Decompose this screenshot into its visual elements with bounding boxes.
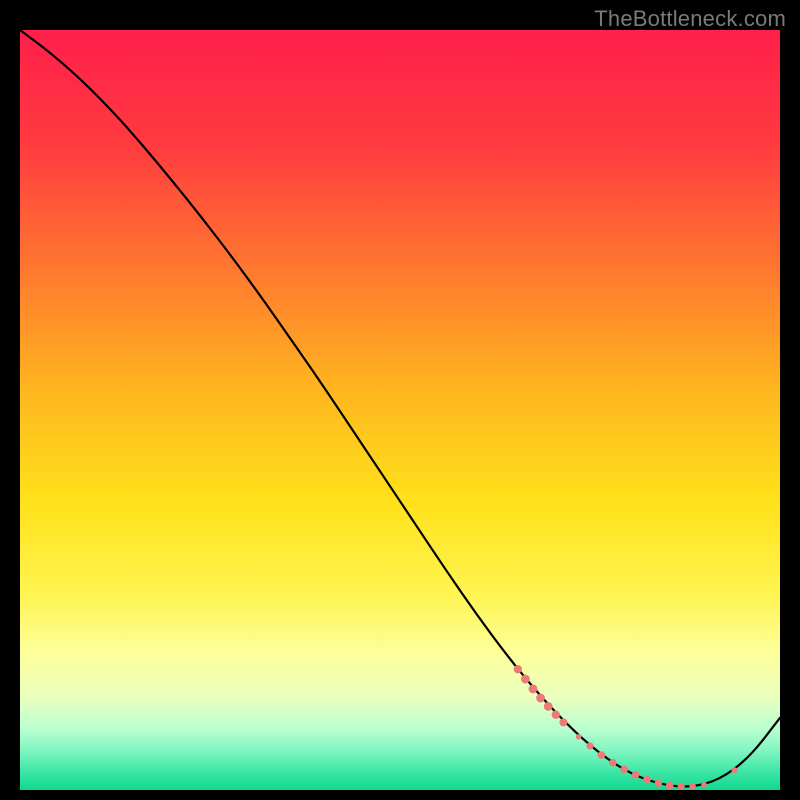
dot-point: [544, 702, 553, 711]
dot-point: [620, 766, 628, 774]
dot-point: [559, 718, 567, 726]
dot-point: [536, 694, 545, 703]
chart-stage: TheBottleneck.com: [0, 0, 800, 800]
plot-area: [20, 30, 780, 790]
dot-point: [643, 776, 651, 784]
dot-point: [529, 685, 538, 694]
dot-point: [632, 771, 640, 779]
dot-point: [514, 665, 522, 673]
dot-point: [731, 767, 737, 773]
dot-point: [598, 751, 606, 759]
chart-svg: [20, 30, 780, 790]
dot-point: [552, 711, 560, 719]
watermark-text: TheBottleneck.com: [594, 6, 786, 32]
dot-point: [678, 783, 685, 790]
dot-point: [586, 742, 593, 749]
dot-point: [609, 759, 617, 767]
dot-point: [689, 783, 695, 789]
dot-point: [521, 675, 530, 684]
dot-point: [655, 779, 663, 787]
dot-point: [666, 782, 674, 790]
dot-point: [576, 734, 582, 740]
gradient-background: [20, 30, 780, 790]
dot-point: [701, 782, 707, 788]
